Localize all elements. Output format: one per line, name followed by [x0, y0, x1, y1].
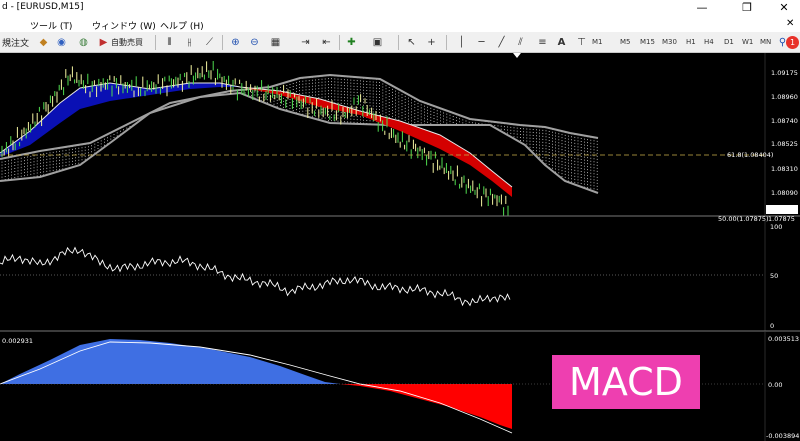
macd-overlay-label: MACD — [552, 355, 700, 409]
menu-bar: ツール (T) ウィンドウ (W) ヘルプ (H) ✕ — [0, 16, 800, 32]
toolbar: 規注文 ◆ ◉ ◍ ▶ 自動売買 ⫴ ⫲ ⟋ ⊕ ⊖ ▦ ⇥ ⇤ ✚ ▣ ↖ +… — [0, 32, 800, 53]
minimize-button[interactable]: — — [688, 0, 716, 16]
vertical-line-icon[interactable]: │ — [454, 35, 469, 50]
menu-tools[interactable]: ツール (T) — [30, 19, 72, 32]
macd-value: 0.002931 — [2, 337, 33, 345]
timeframe-h4[interactable]: H4 — [704, 35, 714, 50]
rsi-level: 100 — [770, 223, 782, 231]
autoscroll-icon[interactable]: ⇥ — [298, 35, 313, 50]
tile-windows-icon[interactable]: ▦ — [268, 35, 283, 50]
rsi-level: 50 — [770, 272, 778, 280]
horizontal-line-icon[interactable]: ─ — [474, 35, 489, 50]
fibonacci-icon[interactable]: ≡ — [535, 35, 550, 50]
price-level: 1.09175 — [771, 69, 798, 77]
price-level: 1.08310 — [771, 165, 798, 173]
price-bottom-label: 1.07875 — [768, 215, 795, 223]
title-bar: d - [EURUSD,M15] — ❐ ✕ — [0, 0, 800, 16]
price-level: 1.08960 — [771, 93, 798, 101]
channel-icon[interactable]: ⫽ — [513, 35, 528, 50]
zoom-in-icon[interactable]: ⊕ — [228, 35, 243, 50]
timeframe-m30[interactable]: M30 — [662, 35, 677, 50]
notification-badge[interactable]: 1 — [786, 36, 799, 49]
macd-level: 0.003513 — [768, 335, 799, 343]
templates-icon[interactable]: ▣ — [370, 35, 385, 50]
timeframe-d1[interactable]: D1 — [724, 35, 734, 50]
rsi-level: 0 — [770, 322, 774, 330]
bar-chart-icon[interactable]: ⫴ — [162, 35, 177, 50]
price-level: 1.08740 — [771, 117, 798, 125]
market-icon[interactable]: ◍ — [76, 35, 91, 50]
close-button[interactable]: ✕ — [770, 0, 798, 16]
window-title: d - [EURUSD,M15] — [2, 2, 84, 12]
candle-chart-icon[interactable]: ⫲ — [182, 35, 197, 50]
timeframe-m1[interactable]: M1 — [592, 35, 603, 50]
history-icon[interactable]: ◉ — [54, 35, 69, 50]
menu-help[interactable]: ヘルプ (H) — [160, 19, 204, 32]
menu-window[interactable]: ウィンドウ (W) — [92, 19, 156, 32]
timeframe-m5[interactable]: M5 — [620, 35, 631, 50]
fib-bottom-label: 50.00(1.07875) — [718, 215, 769, 223]
separator — [155, 35, 156, 50]
navigator-icon[interactable]: ◆ — [36, 35, 51, 50]
fib-level-label: 61.8(1.08404) — [727, 151, 773, 159]
separator — [446, 35, 447, 50]
separator — [339, 35, 340, 50]
indicators-icon[interactable]: ✚ — [344, 35, 359, 50]
chart-shift-icon[interactable]: ⇤ — [319, 35, 334, 50]
timeframe-h1[interactable]: H1 — [686, 35, 696, 50]
separator — [222, 35, 223, 50]
cursor-icon[interactable]: ↖ — [404, 35, 419, 50]
timeframe-m15[interactable]: M15 — [640, 35, 655, 50]
macd-level: -0.003894 — [766, 432, 799, 440]
zoom-out-icon[interactable]: ⊖ — [247, 35, 262, 50]
autotrade-button[interactable]: 自動売買 — [111, 37, 143, 48]
line-chart-icon[interactable]: ⟋ — [202, 35, 217, 50]
separator — [398, 35, 399, 50]
timeframe-w1[interactable]: W1 — [742, 35, 753, 50]
label-icon[interactable]: ⊤ — [574, 35, 589, 50]
price-level: 1.08090 — [771, 189, 798, 197]
new-order-button[interactable]: 規注文 — [2, 36, 29, 49]
macd-level: 0.00 — [768, 381, 782, 389]
restore-button[interactable]: ❐ — [733, 0, 761, 16]
text-tool-icon[interactable]: A — [554, 35, 569, 50]
trendline-icon[interactable]: ╱ — [494, 35, 509, 50]
timeframe-mn[interactable]: MN — [760, 35, 771, 50]
autotrade-icon[interactable]: ▶ — [96, 35, 111, 50]
crosshair-icon[interactable]: + — [424, 35, 439, 50]
current-price: 1.07933 — [768, 206, 795, 214]
price-level: 1.08525 — [771, 140, 798, 148]
chart-close-button[interactable]: ✕ — [786, 18, 794, 29]
